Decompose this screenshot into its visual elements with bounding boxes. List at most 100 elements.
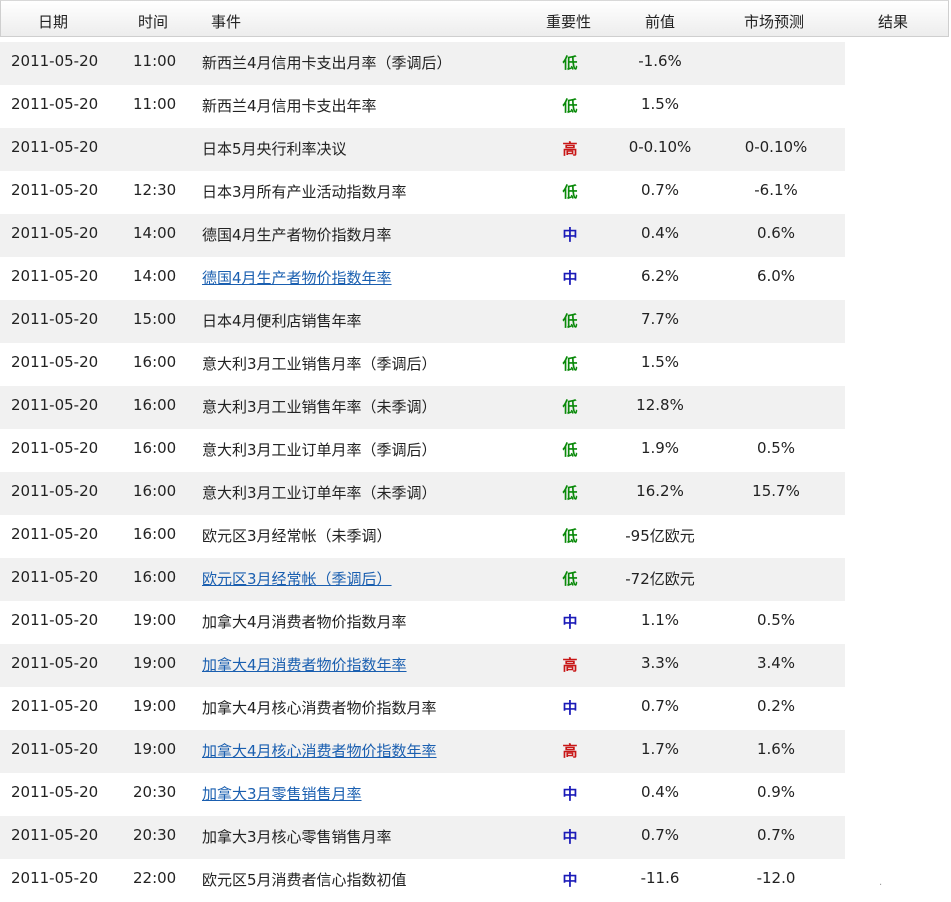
table-row: 2011-05-20 16:00 意大利3月工业订单年率（未季调） 低 16.2% 15.… bbox=[0, 472, 845, 515]
row-date: 2011-05-20 bbox=[11, 869, 99, 887]
table-row: 2011-05-20 19:00 加拿大4月消费者物价指数年率 高 3.3% 3.4% bbox=[0, 644, 845, 687]
row-previous: 0.4% bbox=[640, 783, 680, 801]
event-link[interactable]: 德国4月生产者物价指数年率 bbox=[202, 267, 392, 288]
row-date: 2011-05-20 bbox=[11, 439, 99, 457]
importance-badge: 中 bbox=[562, 871, 578, 889]
header-date: 日期 bbox=[38, 13, 69, 31]
row-forecast: 0.5% bbox=[756, 611, 796, 629]
row-time: 19:00 bbox=[133, 740, 177, 758]
importance-badge: 低 bbox=[562, 527, 578, 545]
table-row: 2011-05-20 16:00 意大利3月工业销售年率（未季调） 低 12.8% bbox=[0, 386, 845, 429]
table-row: 2011-05-20 19:00 加拿大4月消费者物价指数月率 中 1.1% 0.5% bbox=[0, 601, 845, 644]
row-previous: 1.7% bbox=[640, 740, 680, 758]
row-date: 2011-05-20 bbox=[11, 568, 99, 586]
importance-badge: 中 bbox=[562, 785, 578, 803]
row-previous: 0.7% bbox=[640, 181, 680, 199]
row-time: 20:30 bbox=[133, 826, 177, 844]
row-date: 2011-05-20 bbox=[11, 224, 99, 242]
event-link[interactable]: 加拿大3月零售销售月率 bbox=[202, 783, 362, 804]
row-time: 15:00 bbox=[133, 310, 177, 328]
row-date: 2011-05-20 bbox=[11, 525, 99, 543]
row-previous: 0.4% bbox=[640, 224, 680, 242]
importance-badge: 中 bbox=[562, 699, 578, 717]
table-row: 2011-05-20 日本5月央行利率决议 高 0-0.10% 0-0.10% bbox=[0, 128, 845, 171]
table-row: 2011-05-20 14:00 德国4月生产者物价指数年率 中 6.2% 6.0% bbox=[0, 257, 845, 300]
event-name: 欧元区3月经常帐（未季调） bbox=[202, 527, 392, 545]
row-time: 16:00 bbox=[133, 439, 177, 457]
row-forecast: 3.4% bbox=[756, 654, 796, 672]
header-result: 结果 bbox=[878, 13, 909, 31]
event-name: 意大利3月工业订单月率（季调后） bbox=[202, 441, 437, 459]
importance-badge: 低 bbox=[562, 54, 578, 72]
event-name: 日本4月便利店销售年率 bbox=[202, 312, 362, 330]
event-link[interactable]: 欧元区3月经常帐（季调后） bbox=[202, 568, 392, 589]
event-name: 意大利3月工业销售年率（未季调） bbox=[202, 398, 437, 416]
importance-badge: 高 bbox=[562, 742, 578, 760]
row-time: 16:00 bbox=[133, 568, 177, 586]
event-link[interactable]: 加拿大4月消费者物价指数年率 bbox=[202, 654, 407, 675]
row-date: 2011-05-20 bbox=[11, 95, 99, 113]
header-importance: 重要性 bbox=[546, 13, 592, 31]
importance-badge: 低 bbox=[562, 570, 578, 588]
table-row: 2011-05-20 15:00 日本4月便利店销售年率 低 7.7% bbox=[0, 300, 845, 343]
event-name: 日本3月所有产业活动指数月率 bbox=[202, 183, 407, 201]
row-date: 2011-05-20 bbox=[11, 826, 99, 844]
event-table-body: 2011-05-20 11:00 新西兰4月信用卡支出月率（季调后）低 -1.6% 20… bbox=[0, 42, 845, 902]
row-date: 2011-05-20 bbox=[11, 181, 99, 199]
row-date: 2011-05-20 bbox=[11, 740, 99, 758]
importance-badge: 中 bbox=[562, 226, 578, 244]
row-forecast: 0.9% bbox=[756, 783, 796, 801]
row-previous: 1.5% bbox=[640, 353, 680, 371]
event-name: 欧元区5月消费者信心指数初值 bbox=[202, 871, 407, 889]
row-time: 22:00 bbox=[133, 869, 177, 887]
row-previous: 0.7% bbox=[640, 826, 680, 844]
header-time: 时间 bbox=[138, 13, 169, 31]
row-forecast: 15.7% bbox=[752, 482, 800, 500]
importance-badge: 高 bbox=[562, 656, 578, 674]
row-time: 14:00 bbox=[133, 267, 177, 285]
row-time: 19:00 bbox=[133, 697, 177, 715]
table-row: 2011-05-20 16:00 欧元区3月经常帐（季调后） 低 -72亿欧元 bbox=[0, 558, 845, 601]
row-previous: 7.7% bbox=[640, 310, 680, 328]
importance-badge: 低 bbox=[562, 441, 578, 459]
importance-badge: 低 bbox=[562, 183, 578, 201]
table-row: 2011-05-20 11:00 新西兰4月信用卡支出年率 低 1.5% bbox=[0, 85, 845, 128]
importance-badge: 低 bbox=[562, 484, 578, 502]
row-previous: 3.3% bbox=[640, 654, 680, 672]
row-time: 12:30 bbox=[133, 181, 177, 199]
event-link[interactable]: 加拿大4月核心消费者物价指数年率 bbox=[202, 740, 437, 761]
row-forecast: 0.2% bbox=[756, 697, 796, 715]
event-name: 加拿大4月消费者物价指数月率 bbox=[202, 613, 407, 631]
importance-badge: 中 bbox=[562, 613, 578, 631]
table-header: 日期 时间 事件 重要性 前值 市场预测 结果 bbox=[0, 0, 949, 37]
row-time: 19:00 bbox=[133, 611, 177, 629]
row-time: 20:30 bbox=[133, 783, 177, 801]
table-row: 2011-05-20 12:30 日本3月所有产业活动指数月率 低 0.7% -6.1% bbox=[0, 171, 845, 214]
row-date: 2011-05-20 bbox=[11, 267, 99, 285]
row-date: 2011-05-20 bbox=[11, 52, 99, 70]
event-name: 加拿大3月核心零售销售月率 bbox=[202, 828, 392, 846]
row-time: 19:00 bbox=[133, 654, 177, 672]
table-row: 2011-05-20 19:00 加拿大4月核心消费者物价指数年率 高 1.7% 1.6% bbox=[0, 730, 845, 773]
row-previous: -1.6% bbox=[638, 52, 682, 70]
row-previous: 1.5% bbox=[640, 95, 680, 113]
row-previous: 0.7% bbox=[640, 697, 680, 715]
table-row: 2011-05-20 14:00 德国4月生产者物价指数月率 中 0.4% 0.6% bbox=[0, 214, 845, 257]
row-forecast: 1.6% bbox=[756, 740, 796, 758]
row-previous: 1.1% bbox=[640, 611, 680, 629]
corner-mark: · bbox=[879, 880, 883, 891]
row-previous: -11.6 bbox=[640, 869, 680, 887]
row-time: 16:00 bbox=[133, 525, 177, 543]
row-date: 2011-05-20 bbox=[11, 396, 99, 414]
importance-badge: 低 bbox=[562, 398, 578, 416]
event-name: 意大利3月工业订单年率（未季调） bbox=[202, 484, 437, 502]
row-previous: 12.8% bbox=[636, 396, 684, 414]
row-date: 2011-05-20 bbox=[11, 611, 99, 629]
event-name: 德国4月生产者物价指数月率 bbox=[202, 226, 392, 244]
row-time: 16:00 bbox=[133, 396, 177, 414]
table-row: 2011-05-20 20:30 加拿大3月零售销售月率 中 0.4% 0.9% bbox=[0, 773, 845, 816]
importance-badge: 低 bbox=[562, 355, 578, 373]
event-name: 意大利3月工业销售月率（季调后） bbox=[202, 355, 437, 373]
importance-badge: 低 bbox=[562, 97, 578, 115]
row-previous: -72亿欧元 bbox=[625, 570, 695, 588]
